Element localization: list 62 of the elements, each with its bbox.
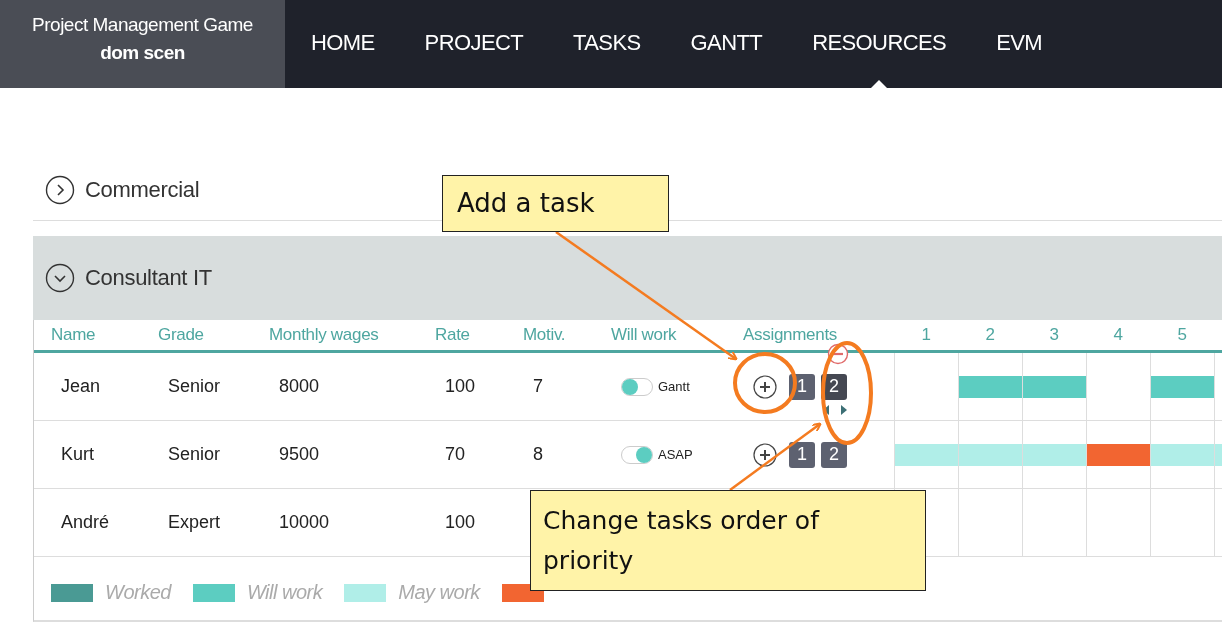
wages-cell-text: 9500 [278, 443, 321, 466]
column-header: Assignments [743, 325, 839, 345]
schedule-bar [1023, 375, 1086, 398]
column-header: Name [50, 325, 97, 345]
schedule-bar [959, 375, 1022, 398]
column-header: Will work [611, 325, 678, 345]
name-cell-text: Jean [60, 375, 102, 398]
mode-label: Gantt [658, 379, 690, 394]
nav-tab[interactable]: PROJECT [424, 0, 524, 88]
highlight-ring [733, 352, 797, 414]
scenario-name: dom scen [100, 42, 185, 64]
nav-tab[interactable]: HOME [311, 0, 375, 88]
callout-note: Add a task [442, 175, 669, 232]
toggle-switch[interactable] [621, 377, 653, 396]
legend-swatch [344, 583, 387, 602]
column-header: Rate [435, 325, 471, 345]
schedule-bar [959, 443, 1022, 466]
day-header: 2 [984, 325, 996, 345]
grade-cell-text: Senior [167, 443, 222, 466]
grade-cell-text: Expert [167, 511, 222, 534]
task-badge[interactable]: 1 [789, 441, 815, 468]
nav-tab[interactable]: TASKS [573, 0, 641, 88]
task-badge[interactable]: 2 [821, 441, 847, 468]
add-icon[interactable] [753, 442, 777, 467]
day-header: 4 [1112, 325, 1124, 345]
legend-label: Will work [246, 581, 323, 604]
grade-cell-text: Senior [167, 375, 222, 398]
name-cell-text: Kurt [60, 443, 95, 466]
rate-cell-text: 70 [444, 443, 467, 466]
add-icon[interactable] [753, 374, 777, 399]
callout-note: Change tasks order of priority [530, 490, 926, 591]
wages-cell-text: 8000 [278, 375, 321, 398]
column-header: Motiv. [523, 325, 567, 345]
day-header: 5 [1176, 325, 1188, 345]
day-header: 3 [1048, 325, 1060, 345]
toggle-switch[interactable] [621, 445, 653, 464]
nav-tab[interactable]: RESOURCES [812, 0, 947, 88]
rate-cell-text: 100 [444, 511, 477, 534]
group-name: Consultant IT [85, 265, 212, 291]
app-title: Project Management Game [32, 14, 253, 36]
name-cell-text: André [60, 511, 111, 534]
column-header: Grade [158, 325, 205, 345]
schedule-bar [895, 443, 958, 466]
legend-label: May work [398, 581, 480, 604]
schedule-bar [1023, 443, 1086, 466]
nav-tab[interactable]: EVM [996, 0, 1042, 88]
remove-icon[interactable] [827, 342, 849, 365]
rate-cell-text: 100 [444, 375, 477, 398]
schedule-bar [1151, 375, 1214, 398]
group-header[interactable]: Consultant IT [33, 236, 1222, 320]
legend-swatch [51, 583, 93, 602]
group-name: Commercial [85, 177, 200, 203]
wages-cell-text: 10000 [278, 511, 331, 534]
legend-label: Worked [105, 581, 171, 604]
mode-label: ASAP [658, 447, 693, 462]
nav-tab[interactable]: GANTT [690, 0, 763, 88]
motivation-cell: 8 [533, 444, 543, 465]
motivation-cell: 7 [533, 376, 543, 397]
column-header: Monthly wages [269, 325, 380, 345]
legend-swatch [192, 583, 235, 602]
schedule-bar [1087, 443, 1150, 466]
day-header: 1 [920, 325, 932, 345]
